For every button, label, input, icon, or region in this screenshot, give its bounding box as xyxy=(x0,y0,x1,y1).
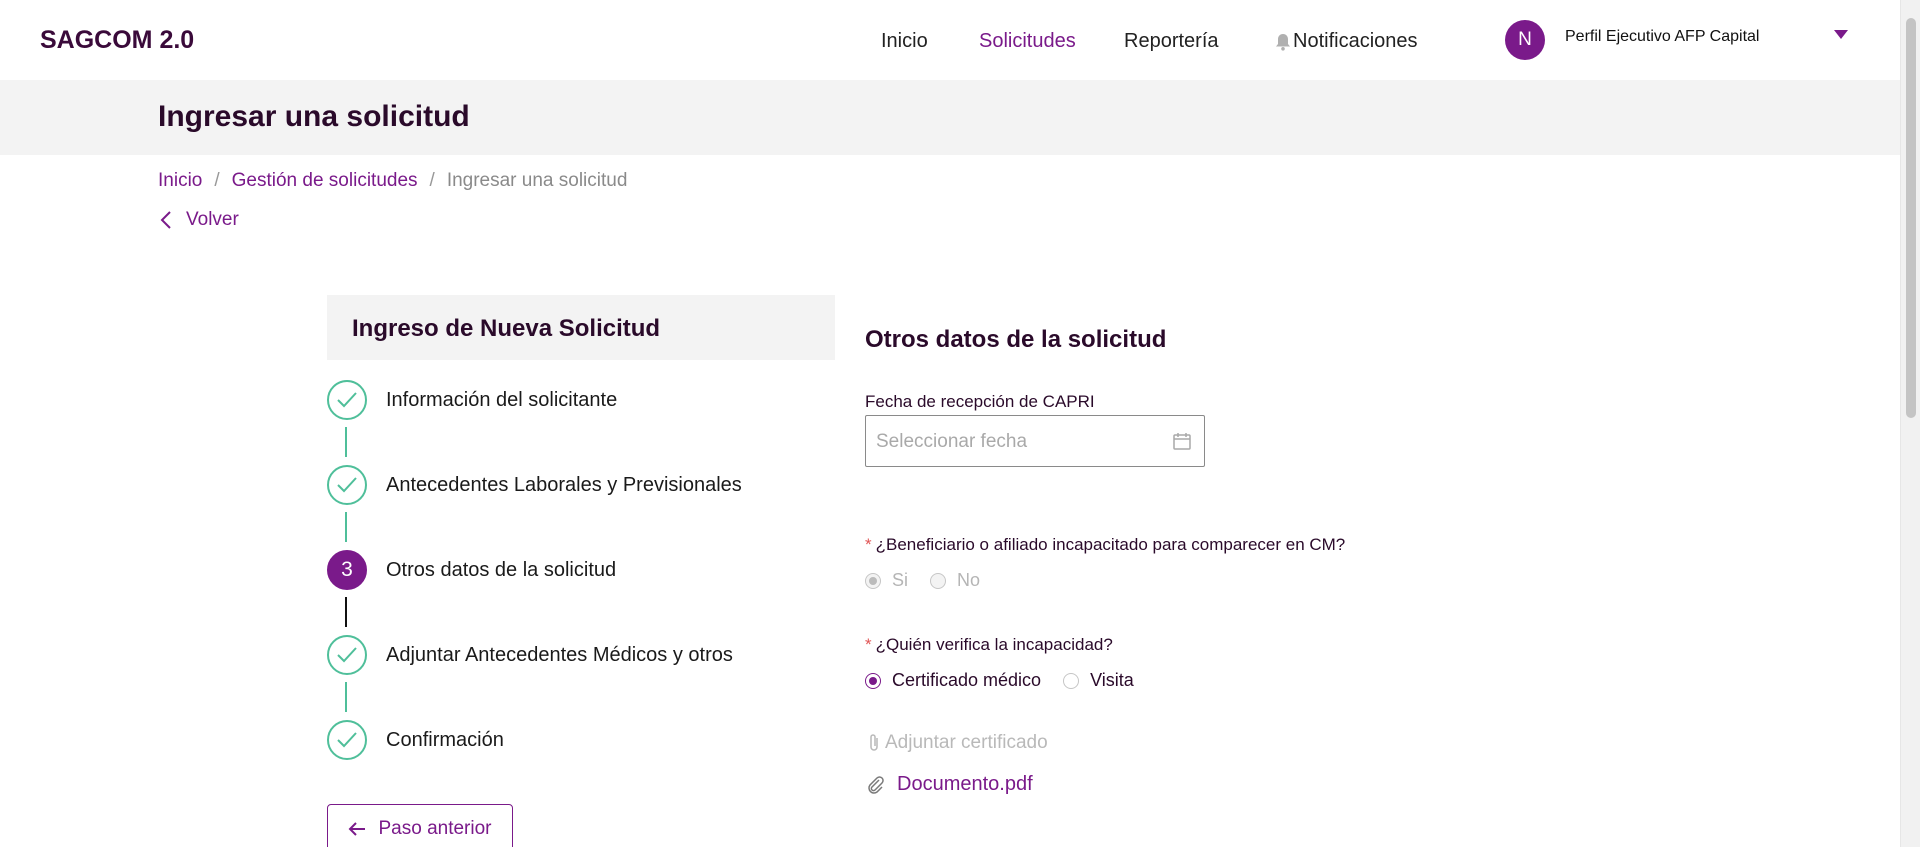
breadcrumb-inicio[interactable]: Inicio xyxy=(158,170,202,192)
nav-notificaciones-label: Notificaciones xyxy=(1293,30,1418,52)
attach-certificate-button[interactable]: Adjuntar certificado xyxy=(867,732,1048,754)
arrow-left-icon xyxy=(349,822,366,836)
radio-no[interactable] xyxy=(930,572,947,589)
stepper-title: Ingreso de Nueva Solicitud xyxy=(352,315,661,342)
radio-si-label: Si xyxy=(892,570,909,590)
date-picker-input[interactable]: Seleccionar fecha xyxy=(865,415,1205,467)
radio-certificado-medico[interactable] xyxy=(865,672,881,689)
attached-file-name: Documento.pdf xyxy=(897,773,1033,795)
step-informacion-solicitante[interactable]: Información del solicitante xyxy=(327,380,617,420)
step-status-done xyxy=(327,635,367,675)
back-link[interactable]: Volver xyxy=(160,209,239,231)
avatar[interactable]: N xyxy=(1505,20,1545,60)
step-connector xyxy=(345,427,347,457)
breadcrumb-separator: / xyxy=(429,170,435,191)
step-status-done xyxy=(327,380,367,420)
attach-certificate-label: Adjuntar certificado xyxy=(885,732,1048,753)
step-status-done xyxy=(327,465,367,505)
nav-notificaciones[interactable]: Notificaciones xyxy=(1275,30,1418,53)
previous-step-label: Paso anterior xyxy=(378,818,492,839)
check-icon xyxy=(337,392,357,408)
radio-certificado-medico-label: Certificado médico xyxy=(892,670,1042,690)
check-icon xyxy=(337,732,357,748)
step-connector xyxy=(345,597,347,627)
step-number-current: 3 xyxy=(327,550,367,590)
top-navbar: SAGCOM 2.0 Inicio Solicitudes Reportería… xyxy=(0,0,1900,80)
date-placeholder: Seleccionar fecha xyxy=(876,431,1028,452)
breadcrumb-separator: / xyxy=(214,170,220,191)
back-label: Volver xyxy=(186,209,239,230)
step-confirmacion[interactable]: Confirmación xyxy=(327,720,504,760)
step-antecedentes-laborales[interactable]: Antecedentes Laborales y Previsionales xyxy=(327,465,742,505)
breadcrumb-current: Ingresar una solicitud xyxy=(446,170,628,191)
profile-name[interactable]: Perfil Ejecutivo AFP Capital xyxy=(1565,28,1759,46)
radio-si[interactable] xyxy=(865,572,881,589)
app-logo[interactable]: SAGCOM 2.0 xyxy=(40,26,194,55)
form-title: Otros datos de la solicitud xyxy=(865,326,1167,353)
step-label: Otros datos de la solicitud xyxy=(386,558,617,581)
step-label: Confirmación xyxy=(386,728,504,751)
radio-group-verifica: Certificado médico Visita xyxy=(865,670,1156,691)
check-icon xyxy=(337,647,357,663)
radio-group-incapacitado: Si No xyxy=(865,570,1002,591)
step-otros-datos[interactable]: 3 Otros datos de la solicitud xyxy=(327,550,616,590)
question-incapacitado-text: ¿Beneficiario o afiliado incapacitado pa… xyxy=(875,535,1346,554)
step-label: Adjuntar Antecedentes Médicos y otros xyxy=(386,643,733,666)
date-field-label: Fecha de recepción de CAPRI xyxy=(865,392,1095,411)
step-connector xyxy=(345,512,347,542)
paperclip-icon xyxy=(868,775,884,794)
required-marker: * xyxy=(865,535,872,554)
question-incapacitado-label: * ¿Beneficiario o afiliado incapacitado p… xyxy=(865,535,1345,555)
step-label: Antecedentes Laborales y Previsionales xyxy=(386,473,742,496)
breadcrumb: Inicio / Gestión de solicitudes / Ingres… xyxy=(158,170,627,192)
nav-reporteria[interactable]: Reportería xyxy=(1124,30,1219,53)
required-marker: * xyxy=(865,635,872,654)
breadcrumb-gestion[interactable]: Gestión de solicitudes xyxy=(232,170,418,192)
bell-icon xyxy=(1276,33,1290,51)
scrollbar-thumb[interactable] xyxy=(1906,18,1916,418)
stepper-header: Ingreso de Nueva Solicitud xyxy=(327,295,835,360)
nav-inicio[interactable]: Inicio xyxy=(881,30,928,53)
check-icon xyxy=(337,477,357,493)
step-connector xyxy=(345,682,347,712)
attached-file-link[interactable]: Documento.pdf xyxy=(867,773,1033,796)
nav-solicitudes[interactable]: Solicitudes xyxy=(979,30,1076,53)
step-label: Información del solicitante xyxy=(386,388,618,411)
question-verifica-text: ¿Quién verifica la incapacidad? xyxy=(875,635,1113,654)
chevron-left-icon xyxy=(160,211,171,229)
chevron-down-icon[interactable] xyxy=(1834,30,1848,39)
radio-visita[interactable] xyxy=(1063,672,1080,689)
calendar-icon[interactable] xyxy=(1172,431,1192,451)
scrollbar[interactable] xyxy=(1900,0,1920,847)
step-status-done xyxy=(327,720,367,760)
step-adjuntar-antecedentes[interactable]: Adjuntar Antecedentes Médicos y otros xyxy=(327,635,733,675)
radio-no-label: No xyxy=(957,570,981,590)
paperclip-icon xyxy=(870,734,878,751)
page-title: Ingresar una solicitud xyxy=(158,100,470,133)
radio-visita-label: Visita xyxy=(1090,670,1134,690)
question-verifica-label: * ¿Quién verifica la incapacidad? xyxy=(865,635,1113,655)
previous-step-button[interactable]: Paso anterior xyxy=(327,804,513,847)
